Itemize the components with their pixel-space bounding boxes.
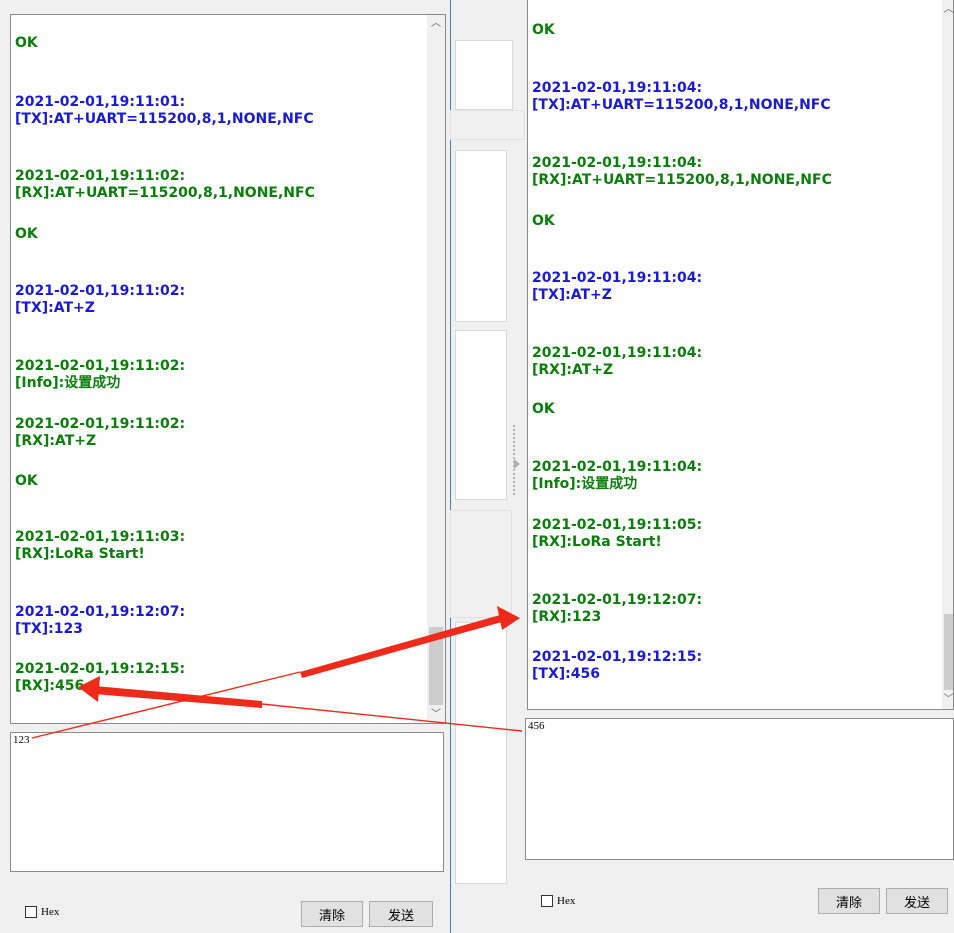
left-log-entry: 2021-02-01,19:11:02: [TX]:AT+Z <box>15 283 186 316</box>
right-log-entry: OK <box>532 401 555 417</box>
right-scroll-thumb[interactable] <box>944 614 953 690</box>
right-send-input[interactable]: 456 <box>525 718 954 860</box>
background-panel <box>450 110 525 140</box>
background-panel <box>455 40 513 110</box>
left-send-button[interactable]: 发送 <box>369 901 433 927</box>
right-log-scrollbar[interactable]: ︿ ﹀ <box>942 0 954 709</box>
right-hex-checkbox[interactable]: Hex <box>541 895 575 907</box>
right-log-entry: 2021-02-01,19:11:04: [Info]:设置成功 <box>532 459 703 492</box>
scroll-up-icon[interactable]: ︿ <box>427 18 445 30</box>
right-clear-button[interactable]: 清除 <box>818 888 880 914</box>
right-terminal-window: OK 2021-02-01,19:11:04: [TX]:AT+UART=1152… <box>525 0 954 933</box>
right-receive-log[interactable]: OK 2021-02-01,19:11:04: [TX]:AT+UART=1152… <box>527 0 954 710</box>
left-clear-button[interactable]: 清除 <box>301 901 363 927</box>
left-log-entry: 2021-02-01,19:12:07: [TX]:123 <box>15 604 186 637</box>
left-terminal-window: OK 2021-02-01,19:11:01: [TX]:AT+UART=1152… <box>0 0 450 933</box>
right-log-entry: 2021-02-01,19:11:04: [TX]:AT+UART=115200,… <box>532 80 831 113</box>
left-receive-log[interactable]: OK 2021-02-01,19:11:01: [TX]:AT+UART=1152… <box>10 14 446 724</box>
checkbox-icon[interactable] <box>541 895 553 907</box>
left-scroll-thumb[interactable] <box>429 627 443 705</box>
left-log-entry: OK <box>15 35 38 51</box>
right-log-entry: OK <box>532 213 555 229</box>
right-log-entry: 2021-02-01,19:11:04: [RX]:AT+Z <box>532 345 703 378</box>
left-log-entry: OK <box>15 226 38 242</box>
right-log-entry: 2021-02-01,19:11:04: [RX]:AT+UART=115200,… <box>532 155 832 188</box>
scroll-up-icon[interactable]: ︿ <box>942 4 954 16</box>
background-panel <box>455 622 507 884</box>
scroll-down-icon[interactable]: ﹀ <box>942 694 954 706</box>
checkbox-icon[interactable] <box>25 906 37 918</box>
background-panel <box>455 150 507 322</box>
left-log-entry: 2021-02-01,19:12:15: [RX]:456 <box>15 661 186 694</box>
right-send-button[interactable]: 发送 <box>886 888 948 914</box>
splitter-arrow-icon[interactable] <box>514 459 520 469</box>
right-log-entry: 2021-02-01,19:11:05: [RX]:LoRa Start! <box>532 517 703 550</box>
background-panel <box>455 330 507 500</box>
left-log-scrollbar[interactable]: ︿ ﹀ <box>427 15 445 723</box>
hex-label: Hex <box>41 906 60 918</box>
right-log-entry: OK <box>532 22 555 38</box>
left-log-entry: 2021-02-01,19:11:03: [RX]:LoRa Start! <box>15 529 186 562</box>
left-hex-checkbox[interactable]: Hex <box>25 906 59 918</box>
left-log-entry: 2021-02-01,19:11:02: [RX]:AT+Z <box>15 416 186 449</box>
left-log-entry: 2021-02-01,19:11:02: [RX]:AT+UART=115200,… <box>15 168 315 201</box>
left-log-entry: 2021-02-01,19:11:02: [Info]:设置成功 <box>15 358 186 391</box>
background-panel <box>450 510 512 618</box>
hex-label: Hex <box>557 895 576 907</box>
right-log-entry: 2021-02-01,19:12:15: [TX]:456 <box>532 649 703 682</box>
left-send-input[interactable]: 123 <box>10 732 444 872</box>
right-log-entry: 2021-02-01,19:11:04: [TX]:AT+Z <box>532 270 703 303</box>
left-log-entry: OK <box>15 473 38 489</box>
scroll-down-icon[interactable]: ﹀ <box>427 709 445 721</box>
left-log-entry: 2021-02-01,19:11:01: [TX]:AT+UART=115200,… <box>15 94 314 127</box>
right-log-entry: 2021-02-01,19:12:07: [RX]:123 <box>532 592 703 625</box>
